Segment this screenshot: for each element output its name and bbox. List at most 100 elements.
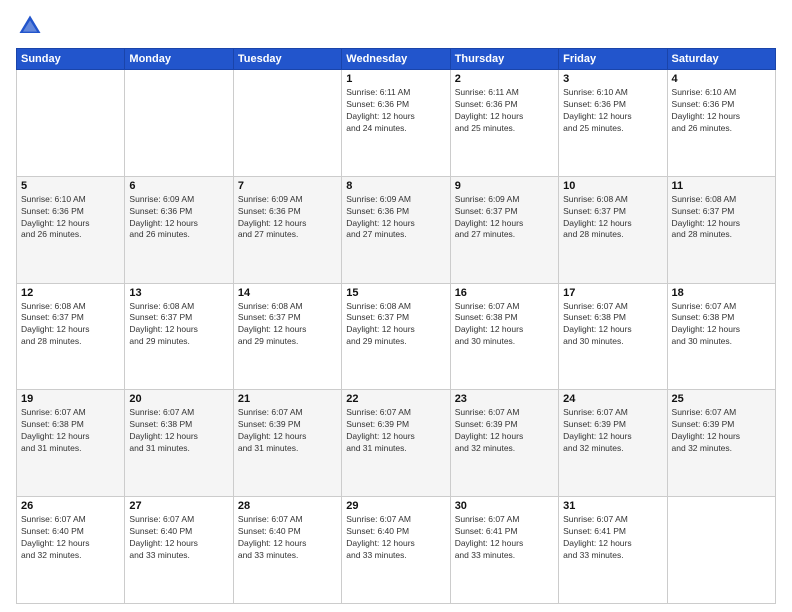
cell-day-number: 30 <box>455 500 554 512</box>
cell-info-text: Sunrise: 6:08 AM Sunset: 6:37 PM Dayligh… <box>672 194 771 242</box>
weekday-header-wednesday: Wednesday <box>342 49 450 70</box>
week-row-2: 12 Sunrise: 6:08 AM Sunset: 6:37 PM Dayli… <box>17 283 776 390</box>
week-row-4: 26 Sunrise: 6:07 AM Sunset: 6:40 PM Dayli… <box>17 497 776 604</box>
cell-info-text: Sunrise: 6:10 AM Sunset: 6:36 PM Dayligh… <box>672 87 771 135</box>
cell-info-text: Sunrise: 6:07 AM Sunset: 6:40 PM Dayligh… <box>346 514 445 562</box>
cell-day-number: 28 <box>238 500 337 512</box>
cell-info-text: Sunrise: 6:11 AM Sunset: 6:36 PM Dayligh… <box>346 87 445 135</box>
logo <box>16 12 48 40</box>
calendar-cell: 26 Sunrise: 6:07 AM Sunset: 6:40 PM Dayli… <box>17 497 125 604</box>
calendar-cell: 10 Sunrise: 6:08 AM Sunset: 6:37 PM Dayli… <box>559 176 667 283</box>
calendar-cell: 15Sunrise: 6:08 AM Sunset: 6:37 PM Dayli… <box>342 283 450 390</box>
calendar-cell: 8 Sunrise: 6:09 AM Sunset: 6:36 PM Daylig… <box>342 176 450 283</box>
cell-info-text: Sunrise: 6:07 AM Sunset: 6:38 PM Dayligh… <box>563 301 662 349</box>
cell-info-text: Sunrise: 6:07 AM Sunset: 6:39 PM Dayligh… <box>238 407 337 455</box>
cell-info-text: Sunrise: 6:08 AM Sunset: 6:37 PM Dayligh… <box>129 301 228 349</box>
calendar-cell: 27Sunrise: 6:07 AM Sunset: 6:40 PM Dayli… <box>125 497 233 604</box>
weekday-header-tuesday: Tuesday <box>233 49 341 70</box>
cell-day-number: 31 <box>563 500 662 512</box>
weekday-header-row: SundayMondayTuesdayWednesdayThursdayFrid… <box>17 49 776 70</box>
cell-day-number: 19 <box>21 393 120 405</box>
cell-info-text: Sunrise: 6:09 AM Sunset: 6:36 PM Dayligh… <box>129 194 228 242</box>
week-row-1: 5Sunrise: 6:10 AM Sunset: 6:36 PM Daylig… <box>17 176 776 283</box>
cell-day-number: 26 <box>21 500 120 512</box>
calendar-cell: 21 Sunrise: 6:07 AM Sunset: 6:39 PM Dayli… <box>233 390 341 497</box>
calendar-cell: 29 Sunrise: 6:07 AM Sunset: 6:40 PM Dayli… <box>342 497 450 604</box>
weekday-header-saturday: Saturday <box>667 49 775 70</box>
cell-day-number: 1 <box>346 73 445 85</box>
weekday-header-friday: Friday <box>559 49 667 70</box>
calendar-cell: 17 Sunrise: 6:07 AM Sunset: 6:38 PM Dayli… <box>559 283 667 390</box>
calendar-cell: 30 Sunrise: 6:07 AM Sunset: 6:41 PM Dayli… <box>450 497 558 604</box>
cell-day-number: 6 <box>129 180 228 192</box>
calendar-cell: 31 Sunrise: 6:07 AM Sunset: 6:41 PM Dayli… <box>559 497 667 604</box>
cell-info-text: Sunrise: 6:07 AM Sunset: 6:39 PM Dayligh… <box>563 407 662 455</box>
calendar-cell: 7 Sunrise: 6:09 AM Sunset: 6:36 PM Daylig… <box>233 176 341 283</box>
cell-day-number: 13 <box>129 287 228 299</box>
cell-day-number: 7 <box>238 180 337 192</box>
logo-icon <box>16 12 44 40</box>
calendar-cell: 24 Sunrise: 6:07 AM Sunset: 6:39 PM Dayli… <box>559 390 667 497</box>
cell-day-number: 8 <box>346 180 445 192</box>
cell-info-text: Sunrise: 6:09 AM Sunset: 6:36 PM Dayligh… <box>346 194 445 242</box>
cell-info-text: Sunrise: 6:07 AM Sunset: 6:39 PM Dayligh… <box>455 407 554 455</box>
calendar-cell: 9 Sunrise: 6:09 AM Sunset: 6:37 PM Daylig… <box>450 176 558 283</box>
weekday-header-sunday: Sunday <box>17 49 125 70</box>
cell-info-text: Sunrise: 6:08 AM Sunset: 6:37 PM Dayligh… <box>346 301 445 349</box>
cell-info-text: Sunrise: 6:07 AM Sunset: 6:39 PM Dayligh… <box>672 407 771 455</box>
calendar-cell <box>17 70 125 177</box>
calendar-cell: 1 Sunrise: 6:11 AM Sunset: 6:36 PM Daylig… <box>342 70 450 177</box>
cell-day-number: 27 <box>129 500 228 512</box>
cell-day-number: 4 <box>672 73 771 85</box>
cell-info-text: Sunrise: 6:07 AM Sunset: 6:40 PM Dayligh… <box>21 514 120 562</box>
cell-info-text: Sunrise: 6:07 AM Sunset: 6:39 PM Dayligh… <box>346 407 445 455</box>
weekday-header-thursday: Thursday <box>450 49 558 70</box>
cell-day-number: 23 <box>455 393 554 405</box>
calendar-cell: 11 Sunrise: 6:08 AM Sunset: 6:37 PM Dayli… <box>667 176 775 283</box>
cell-day-number: 11 <box>672 180 771 192</box>
week-row-3: 19 Sunrise: 6:07 AM Sunset: 6:38 PM Dayli… <box>17 390 776 497</box>
calendar-cell: 5Sunrise: 6:10 AM Sunset: 6:36 PM Daylig… <box>17 176 125 283</box>
cell-info-text: Sunrise: 6:07 AM Sunset: 6:41 PM Dayligh… <box>563 514 662 562</box>
calendar-cell: 4 Sunrise: 6:10 AM Sunset: 6:36 PM Daylig… <box>667 70 775 177</box>
cell-info-text: Sunrise: 6:08 AM Sunset: 6:37 PM Dayligh… <box>238 301 337 349</box>
cell-info-text: Sunrise: 6:07 AM Sunset: 6:41 PM Dayligh… <box>455 514 554 562</box>
cell-day-number: 2 <box>455 73 554 85</box>
calendar-cell: 2 Sunrise: 6:11 AM Sunset: 6:36 PM Daylig… <box>450 70 558 177</box>
calendar-cell: 28 Sunrise: 6:07 AM Sunset: 6:40 PM Dayli… <box>233 497 341 604</box>
calendar-cell: 12 Sunrise: 6:08 AM Sunset: 6:37 PM Dayli… <box>17 283 125 390</box>
cell-day-number: 20 <box>129 393 228 405</box>
cell-info-text: Sunrise: 6:07 AM Sunset: 6:38 PM Dayligh… <box>672 301 771 349</box>
calendar-table: SundayMondayTuesdayWednesdayThursdayFrid… <box>16 48 776 604</box>
calendar-cell: 25 Sunrise: 6:07 AM Sunset: 6:39 PM Dayli… <box>667 390 775 497</box>
calendar-cell: 13 Sunrise: 6:08 AM Sunset: 6:37 PM Dayli… <box>125 283 233 390</box>
week-row-0: 1 Sunrise: 6:11 AM Sunset: 6:36 PM Daylig… <box>17 70 776 177</box>
cell-info-text: Sunrise: 6:07 AM Sunset: 6:38 PM Dayligh… <box>129 407 228 455</box>
cell-day-number: 29 <box>346 500 445 512</box>
cell-info-text: Sunrise: 6:08 AM Sunset: 6:37 PM Dayligh… <box>21 301 120 349</box>
cell-info-text: Sunrise: 6:11 AM Sunset: 6:36 PM Dayligh… <box>455 87 554 135</box>
weekday-header-monday: Monday <box>125 49 233 70</box>
cell-info-text: Sunrise: 6:10 AM Sunset: 6:36 PM Dayligh… <box>21 194 120 242</box>
cell-info-text: Sunrise: 6:07 AM Sunset: 6:40 PM Dayligh… <box>238 514 337 562</box>
calendar-cell: 6 Sunrise: 6:09 AM Sunset: 6:36 PM Daylig… <box>125 176 233 283</box>
cell-info-text: Sunrise: 6:09 AM Sunset: 6:37 PM Dayligh… <box>455 194 554 242</box>
cell-day-number: 3 <box>563 73 662 85</box>
cell-day-number: 16 <box>455 287 554 299</box>
cell-day-number: 17 <box>563 287 662 299</box>
cell-day-number: 24 <box>563 393 662 405</box>
cell-day-number: 25 <box>672 393 771 405</box>
cell-info-text: Sunrise: 6:08 AM Sunset: 6:37 PM Dayligh… <box>563 194 662 242</box>
cell-day-number: 18 <box>672 287 771 299</box>
calendar-cell <box>125 70 233 177</box>
header <box>16 12 776 40</box>
cell-info-text: Sunrise: 6:10 AM Sunset: 6:36 PM Dayligh… <box>563 87 662 135</box>
cell-info-text: Sunrise: 6:09 AM Sunset: 6:36 PM Dayligh… <box>238 194 337 242</box>
cell-day-number: 9 <box>455 180 554 192</box>
cell-day-number: 21 <box>238 393 337 405</box>
calendar-cell: 22Sunrise: 6:07 AM Sunset: 6:39 PM Dayli… <box>342 390 450 497</box>
cell-day-number: 12 <box>21 287 120 299</box>
cell-day-number: 10 <box>563 180 662 192</box>
cell-info-text: Sunrise: 6:07 AM Sunset: 6:38 PM Dayligh… <box>21 407 120 455</box>
cell-info-text: Sunrise: 6:07 AM Sunset: 6:38 PM Dayligh… <box>455 301 554 349</box>
